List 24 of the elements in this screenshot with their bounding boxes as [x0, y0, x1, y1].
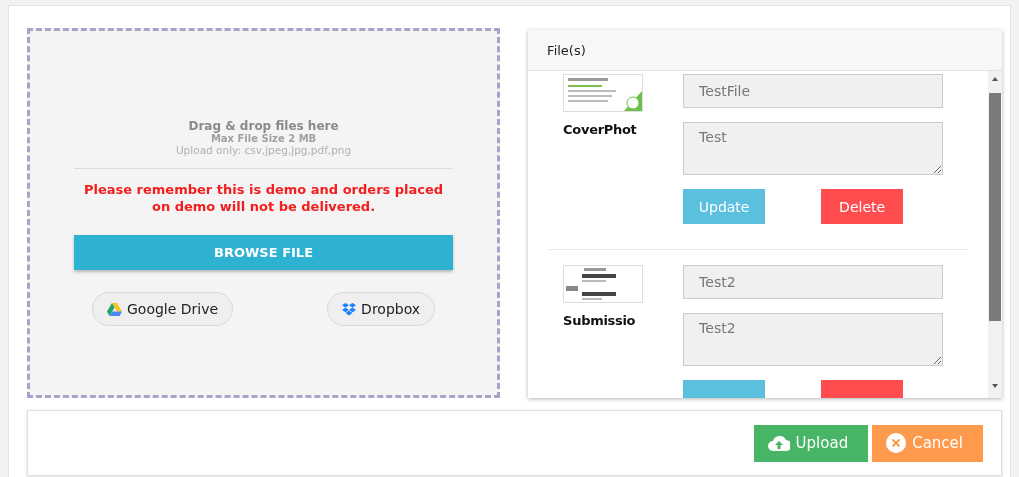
drop-title: Drag & drop files here [188, 119, 339, 133]
dropbox-button[interactable]: Dropbox [327, 292, 436, 326]
description-field[interactable]: Test [683, 122, 944, 175]
demo-warning: Please remember this is demo and orders placed on demo will not be delivered. [82, 181, 445, 215]
title-field[interactable]: Test2 [683, 265, 944, 299]
close-icon [886, 433, 907, 453]
panel-title: File(s) [528, 30, 1002, 71]
google-drive-button[interactable]: Google Drive [92, 292, 234, 326]
browse-file-button[interactable]: BROWSE FILE [74, 235, 454, 270]
delete-button[interactable]: Delete [821, 189, 904, 224]
dropbox-icon [342, 302, 357, 316]
title-field[interactable]: TestFile [683, 74, 944, 108]
upload-button[interactable]: Upload [753, 424, 869, 462]
cancel-button[interactable]: Cancel [872, 424, 983, 462]
description-field[interactable]: Test2 [683, 313, 944, 366]
scrollbar[interactable] [988, 71, 1002, 398]
file-name: CoverPhot [563, 122, 638, 137]
cloud-upload-icon [767, 435, 790, 451]
file-name: Submissio [563, 313, 637, 328]
drop-zone[interactable]: Drag & drop files here Max File Size 2 MB Upload only: csv,jpeg,jpg,pdf,png Please remember this is demo and orders placed on demo will not be delivered. BROWSE FILE Google Drive Dropbox [27, 28, 501, 398]
drive-icon [107, 302, 122, 316]
max-size-text: Max File Size 2 MB [210, 133, 317, 144]
allowed-types-text: Upload only: csv,jpeg,jpg,pdf,png [175, 144, 352, 156]
update-button[interactable]: Update [683, 189, 766, 224]
